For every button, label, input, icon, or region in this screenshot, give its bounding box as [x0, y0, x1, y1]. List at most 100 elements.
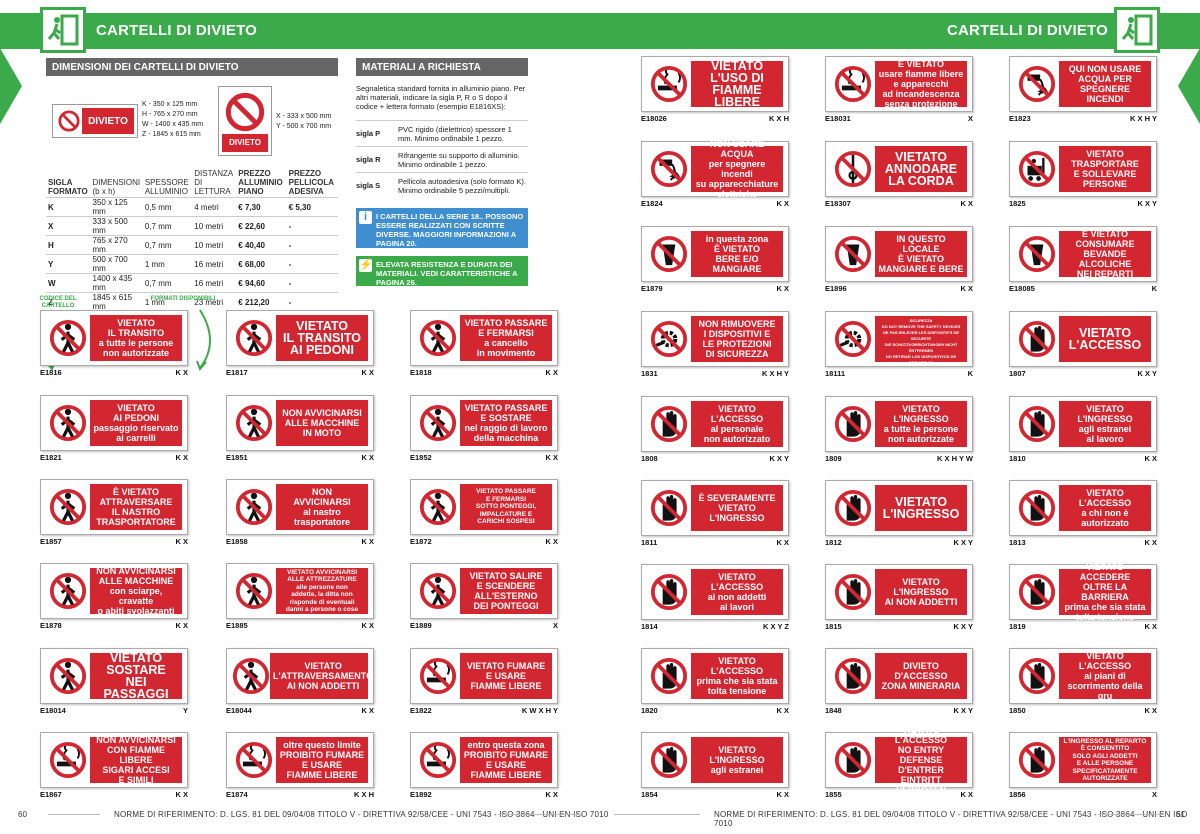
- sign-panel: VIETATO AVVICINARSI ALLE ATTREZZATURE al…: [232, 568, 368, 614]
- sign-text: DIVIETO D'ACCESSO ZONA MINERARIA: [881, 661, 961, 691]
- emergency-exit-icon: [1114, 7, 1160, 53]
- no-pedestrian-icon: [419, 404, 457, 442]
- sign-formats: K: [1151, 284, 1157, 293]
- sign-panel: L'INGRESSO AL REPARTO È CONSENTITO SOLO …: [1015, 737, 1151, 783]
- sign-panel: VIETATO L'INGRESSO agli estranei: [647, 737, 783, 783]
- sign-pictogram: [416, 653, 460, 699]
- sign-formats: K X: [1144, 706, 1157, 715]
- sign-formats: K X H: [768, 114, 789, 123]
- no-access-hand-icon: [1018, 741, 1056, 779]
- sign-formats: K X: [776, 790, 789, 799]
- no-access-hand-icon: [650, 657, 688, 695]
- sign-code: 1820: [641, 706, 658, 715]
- sign-text: VIETATO L'INGRESSO agli estranei: [709, 745, 765, 775]
- table-cell: -: [286, 254, 338, 274]
- column-header: PREZZO PELLICOLA ADESIVA: [288, 169, 334, 196]
- page-number-left: 60: [18, 810, 27, 819]
- sign-e18085: È VIETATO CONSUMARE BEVANDE ALCOLICHE NE…: [1009, 226, 1157, 282]
- sign-text: VIETATO PASSARE E FERMARSI SOTTO PONTEGG…: [475, 488, 537, 526]
- sign-panel: VIETATO ANNODARE LA CORDA: [831, 146, 967, 192]
- sign-text: VIETATO L'INGRESSO a tutte le persone no…: [883, 404, 959, 444]
- no-drink-icon: [650, 235, 688, 273]
- sign-formats: K X: [545, 368, 558, 377]
- sign-formats: K: [967, 369, 973, 378]
- sign-1825: VIETATO TRASPORTARE E SOLLEVARE PERSONE: [1009, 141, 1157, 197]
- sign-pictogram: [46, 400, 90, 446]
- sign-formats: K X: [175, 537, 188, 546]
- info-box-durability: ⚡ ELEVATA RESISTENZA E DURATA DEI MATERI…: [356, 256, 528, 287]
- table-cell: H: [46, 235, 91, 255]
- material-desc: Pellicola autoadesiva (solo formato K). …: [398, 177, 526, 195]
- materials-heading: MATERIALI A RICHIESTA: [356, 58, 528, 76]
- sign-pictogram: [232, 653, 270, 699]
- sign-pictogram: [647, 316, 691, 362]
- sign-pictogram: [831, 146, 875, 192]
- no-access-hand-icon: [834, 741, 872, 779]
- sign-pictogram: [647, 146, 691, 192]
- sign-panel: VIETATO PASSARE E FERMARSI SOTTO PONTEGG…: [416, 484, 552, 530]
- sign-pictogram: [1015, 653, 1059, 699]
- sign-code: E1874: [226, 790, 248, 799]
- no-access-hand-icon: [1018, 573, 1056, 611]
- sign-panel: VIETATO TRASPORTARE E SOLLEVARE PERSONE: [1015, 146, 1151, 192]
- table-cell: € 5,30: [286, 197, 338, 217]
- sign-e1823: QUI NON USARE ACQUA PER SPEGNERE INCENDI: [1009, 56, 1157, 112]
- sign-text: VIETATO L'ACCESSO NO ENTRY DEFENSE D'ENT…: [894, 725, 948, 795]
- table-cell: 350 x 125 mm: [90, 197, 143, 217]
- page-tab-left: [0, 48, 22, 124]
- sign-pictogram: [831, 737, 875, 783]
- no-pedestrian-icon: [49, 657, 87, 695]
- no-access-hand-icon: [1018, 657, 1056, 695]
- sign-panel: QUI NON USARE ACQUA PER SPEGNERE INCENDI: [1015, 61, 1151, 107]
- footer-rule: [48, 814, 100, 815]
- sign-pictogram: [831, 61, 875, 107]
- no-access-hand-icon: [1018, 405, 1056, 443]
- sign-e18031: È VIETATO usare fiamme libere e apparecc…: [825, 56, 973, 112]
- sign-panel: È SEVERAMENTE VIETATO L'INGRESSO: [647, 485, 783, 531]
- sign-code: E1818: [410, 368, 432, 377]
- table-cell: 16 metri: [192, 254, 237, 274]
- sign-text: NON RIMUOVERE I DISPOSITIVI DI SICUREZZA…: [881, 312, 961, 365]
- sign-code: E1885: [226, 621, 248, 630]
- sign-formats: K X: [175, 453, 188, 462]
- sign-code: E1817: [226, 368, 248, 377]
- sign-pictogram: [232, 484, 276, 530]
- sign-formats: K X: [776, 284, 789, 293]
- sign-panel: IN QUESTO LOCALE È VIETATO MANGIARE E BE…: [831, 231, 967, 277]
- sign-code: E18026: [641, 114, 667, 123]
- sign-pictogram: [46, 315, 90, 361]
- sign-text: NON RIMUOVERE I DISPOSITIVI E LE PROTEZI…: [698, 319, 776, 359]
- sign-pictogram: [416, 568, 460, 614]
- material-desc: PVC rigido (dielettrico) spessore 1 mm. …: [398, 125, 512, 143]
- sign-formats: K X Y: [953, 622, 973, 631]
- table-cell: 4 metri: [192, 197, 237, 217]
- format-item: X - 333 x 500 mm: [276, 113, 332, 120]
- sign-formats: K X: [545, 453, 558, 462]
- no-forklift-icon: [1018, 150, 1056, 188]
- sign-text: VIETATO L'INGRESSO agli estranei al lavo…: [1077, 404, 1133, 444]
- sign-code: 1813: [1009, 538, 1026, 547]
- no-pedestrian-icon: [235, 404, 273, 442]
- sign-formats: K X: [1144, 454, 1157, 463]
- sign-e1858: NON AVVICINARSI al nastro trasportatore: [226, 479, 374, 535]
- portrait-sample-label: DIVIETO: [222, 134, 268, 152]
- sign-formats: K X H: [353, 790, 374, 799]
- page-tab-right: [1178, 48, 1200, 124]
- sign-pictogram: [232, 737, 276, 783]
- no-access-hand-icon: [834, 405, 872, 443]
- header-bar-right: [600, 13, 1200, 49]
- sign-pictogram: [831, 401, 875, 447]
- sign-pictogram: [416, 315, 460, 361]
- table-cell: 1400 x 435 mm: [90, 273, 143, 293]
- sign-code: 1812: [825, 538, 842, 547]
- sign-code: 1850: [1009, 706, 1026, 715]
- info-box-series: i I CARTELLI DELLA SERIE 18.. POSSONO ES…: [356, 208, 528, 248]
- sign-text: VIETATO L'ATTRAVERSAMENTO AI NON ADDETTI: [273, 661, 374, 691]
- table-cell: 0,7 mm: [142, 216, 193, 236]
- sign-code: 1807: [1009, 369, 1026, 378]
- sign-pictogram: [1015, 316, 1059, 362]
- table-cell: € 94,60: [236, 273, 287, 293]
- no-access-hand-icon: [1018, 489, 1056, 527]
- sign-formats: K X Y Z: [763, 622, 789, 631]
- sign-e1857: È VIETATO ATTRAVERSARE IL NASTRO TRASPOR…: [40, 479, 188, 535]
